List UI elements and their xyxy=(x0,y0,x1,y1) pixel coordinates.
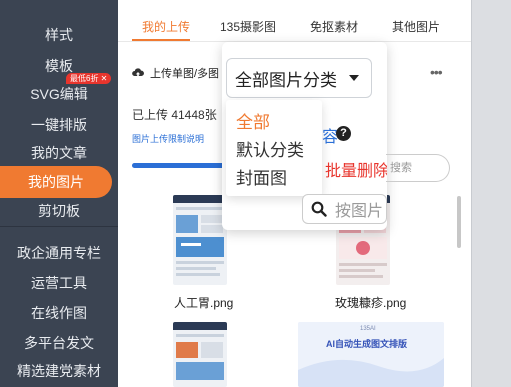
tab-my-uploads[interactable]: 我的上传 xyxy=(142,18,190,35)
search-input[interactable]: 搜索 xyxy=(386,154,450,182)
tab-other-images[interactable]: 其他图片 xyxy=(392,18,440,35)
sidebar-item-online-design[interactable]: 在线作图 xyxy=(0,304,118,322)
cloud-upload-icon xyxy=(132,68,144,77)
sidebar-item-clipboard[interactable]: 剪切板 xyxy=(0,202,118,220)
category-dropdown: 全部 默认分类 封面图 xyxy=(226,100,322,196)
strip-edge xyxy=(471,0,472,387)
help-icon[interactable]: ? xyxy=(336,126,351,141)
uploaded-count: 已上传 41448张 xyxy=(132,108,217,122)
category-select[interactable]: 全部图片分类 xyxy=(226,58,372,98)
image-name-1: 人工胃.png xyxy=(174,296,234,310)
caret-down-icon xyxy=(349,75,359,81)
sidebar-item-party-materials[interactable]: 精选建党素材 xyxy=(0,362,118,380)
search-by-image-box[interactable]: 按图片 xyxy=(302,194,387,224)
category-option-cover[interactable]: 封面图 xyxy=(236,164,287,189)
sidebar: 样式 模板 最低6折 ✕ SVG编辑 一键排版 我的文章 我的图片 剪切板 政企… xyxy=(0,0,118,387)
scrollbar-thumb[interactable] xyxy=(457,196,461,248)
category-select-value: 全部图片分类 xyxy=(235,70,337,90)
storage-progress-bar xyxy=(132,163,232,168)
image-thumbnail-3[interactable] xyxy=(173,322,227,387)
bulk-delete-button[interactable]: 批量删除 xyxy=(325,157,387,181)
category-option-all[interactable]: 全部 xyxy=(236,108,270,133)
sidebar-divider xyxy=(0,226,118,227)
image-thumbnail-1[interactable] xyxy=(173,195,227,285)
sidebar-item-styles[interactable]: 样式 xyxy=(0,26,118,44)
sidebar-item-gov-column[interactable]: 政企通用专栏 xyxy=(0,244,118,262)
sidebar-item-multi-platform[interactable]: 多平台发文 xyxy=(0,334,118,352)
sidebar-item-auto-layout[interactable]: 一键排版 xyxy=(0,116,118,134)
right-overlay-strip xyxy=(471,0,511,387)
sidebar-item-my-images[interactable]: 我的图片 xyxy=(0,166,112,198)
tab-135-photos[interactable]: 135摄影图 xyxy=(220,18,276,35)
more-options-icon[interactable]: ••• xyxy=(430,64,443,80)
tab-cutout-materials[interactable]: 免抠素材 xyxy=(310,18,358,35)
image-thumbnail-4[interactable]: 135AI AI自动生成图文排版 xyxy=(298,322,444,387)
thumbnail-brand: 135AI xyxy=(360,326,376,332)
storage-progress-fill xyxy=(132,163,232,168)
thumbnail-title: AI自动生成图文排版 xyxy=(326,339,408,349)
sidebar-item-svg-editor[interactable]: SVG编辑 xyxy=(0,85,118,103)
thumbnail-preview-3 xyxy=(173,322,227,387)
upload-limit-link[interactable]: 图片上传限制说明 xyxy=(132,132,204,145)
tab-bar: 我的上传 135摄影图 免抠素材 其他图片 xyxy=(118,0,471,42)
search-icon xyxy=(311,201,327,217)
sidebar-item-ops-tools[interactable]: 运营工具 xyxy=(0,274,118,292)
search-by-image-label: 按图片 xyxy=(335,203,384,220)
discount-badge: 最低6折 ✕ xyxy=(66,73,112,84)
category-option-default[interactable]: 默认分类 xyxy=(236,136,304,161)
close-badge-icon[interactable]: ✕ xyxy=(98,74,108,83)
sidebar-item-my-articles[interactable]: 我的文章 xyxy=(0,144,118,162)
thumbnail-preview-1 xyxy=(173,195,227,285)
image-name-2: 玫瑰糠疹.png xyxy=(335,296,407,310)
upload-label: 上传单图/多图 xyxy=(150,68,220,80)
